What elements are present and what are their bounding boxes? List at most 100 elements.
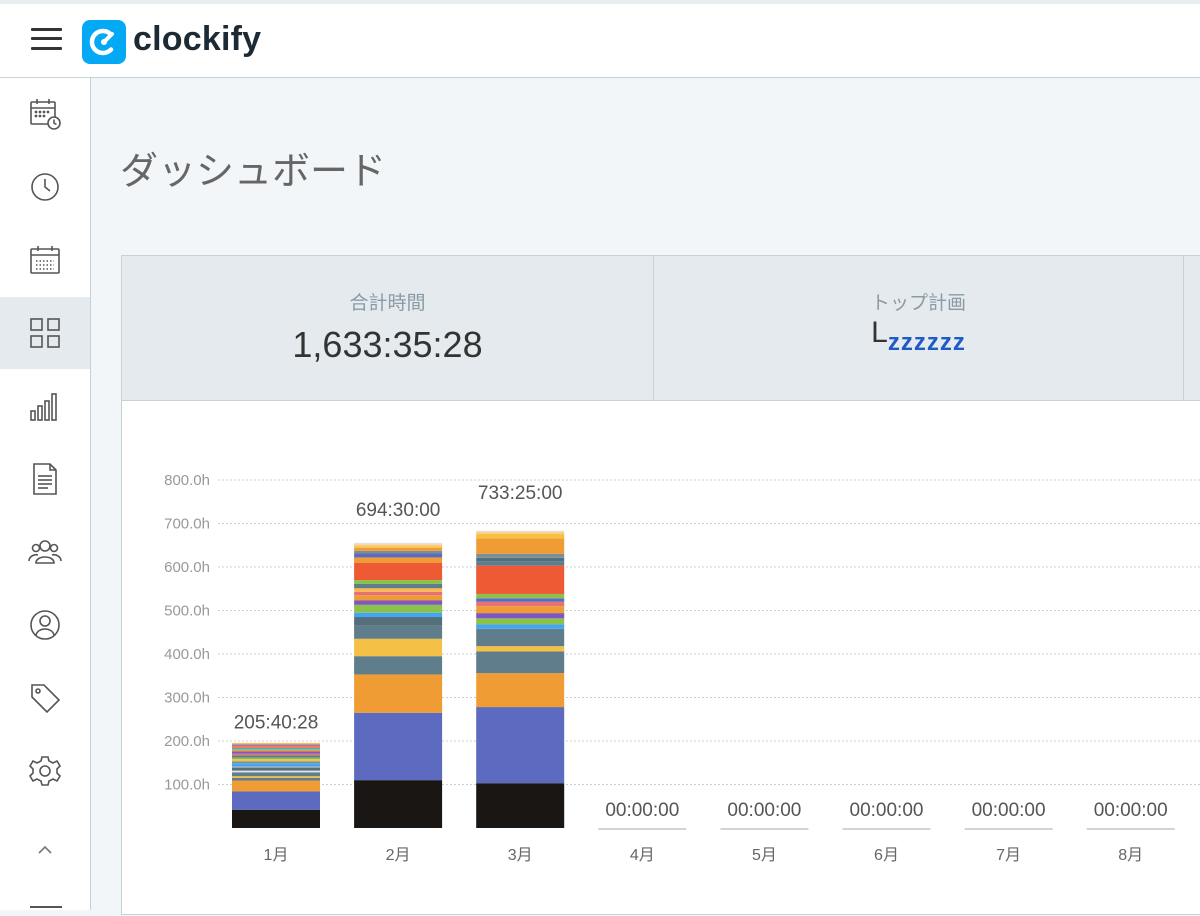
bar-segment bbox=[476, 673, 565, 708]
bar-segment bbox=[354, 557, 443, 563]
bar-segment bbox=[232, 809, 320, 828]
bar-segment bbox=[354, 591, 443, 596]
top-bar: clockify bbox=[0, 0, 1200, 78]
bar-segment bbox=[232, 757, 320, 760]
bar-segment bbox=[354, 553, 443, 558]
sidebar-item-calendar[interactable] bbox=[0, 224, 90, 296]
bar-segment bbox=[476, 531, 565, 534]
y-tick-label: 800.0h bbox=[164, 472, 210, 489]
bar-segment bbox=[232, 767, 320, 771]
bar-segment bbox=[232, 747, 320, 750]
bar-segment bbox=[232, 753, 320, 756]
bar-segment bbox=[354, 625, 443, 639]
clock-icon bbox=[31, 173, 59, 201]
bar-segment bbox=[354, 712, 443, 781]
bar-segment bbox=[232, 755, 320, 758]
bar-total-label: 00:00:00 bbox=[1094, 800, 1168, 821]
bar-segment bbox=[476, 593, 565, 599]
bar-total-label: 00:00:00 bbox=[972, 800, 1046, 821]
sidebar-item-time-tracker[interactable] bbox=[0, 151, 90, 223]
bar-segment bbox=[476, 606, 565, 614]
bar-segment bbox=[232, 763, 320, 767]
sidebar-item-settings[interactable] bbox=[0, 735, 90, 807]
bar-segment bbox=[476, 624, 565, 629]
bar-segment bbox=[354, 638, 443, 657]
sidebar bbox=[0, 78, 91, 910]
y-tick-label: 500.0h bbox=[164, 603, 210, 620]
bar-segment bbox=[354, 612, 443, 618]
x-tick-label: 4月 bbox=[630, 847, 655, 864]
x-tick-label: 8月 bbox=[1118, 847, 1143, 864]
sidebar-item-dashboard[interactable] bbox=[0, 297, 90, 369]
bar-segment bbox=[232, 780, 320, 792]
bar-segment bbox=[476, 613, 565, 619]
clockify-logo-icon[interactable] bbox=[82, 20, 126, 64]
bar-segment bbox=[476, 538, 565, 554]
y-tick-label: 400.0h bbox=[164, 646, 210, 663]
bar-segment bbox=[354, 550, 443, 554]
y-tick-label: 100.0h bbox=[164, 777, 210, 794]
bar-segment bbox=[354, 600, 443, 605]
sidebar-more-icon[interactable] bbox=[30, 906, 62, 912]
page-title: ダッシュボード bbox=[120, 151, 387, 193]
sidebar-item-timesheet[interactable] bbox=[0, 78, 90, 150]
sidebar-item-team[interactable] bbox=[0, 516, 90, 588]
bar-segment bbox=[232, 761, 320, 764]
projects-icon bbox=[33, 463, 57, 495]
bar-segment bbox=[232, 776, 320, 778]
bar-segment bbox=[476, 533, 565, 539]
x-tick-label: 3月 bbox=[508, 847, 533, 864]
sidebar-collapse-button[interactable] bbox=[0, 814, 90, 886]
menu-icon[interactable] bbox=[31, 27, 62, 51]
bar-segment bbox=[232, 791, 320, 810]
timesheet-icon bbox=[30, 99, 61, 130]
x-tick-label: 6月 bbox=[874, 847, 899, 864]
bar-segment bbox=[354, 595, 443, 601]
settings-icon bbox=[28, 756, 62, 786]
app-name[interactable]: clockify bbox=[133, 20, 261, 59]
bar-segment bbox=[232, 772, 320, 777]
bar-segment bbox=[476, 557, 565, 562]
bar-segment bbox=[232, 751, 320, 754]
sidebar-item-reports[interactable] bbox=[0, 370, 90, 442]
x-tick-label: 7月 bbox=[996, 847, 1021, 864]
bar-segment bbox=[354, 544, 443, 547]
bar-segment bbox=[354, 674, 443, 713]
dashboard-card: 合計時間 1,633:35:28 トップ計画 Lzzzzzz 100.0h 200… bbox=[121, 255, 1200, 915]
bar-segment bbox=[232, 742, 320, 745]
bar-segment bbox=[476, 553, 565, 558]
bar-segment bbox=[476, 646, 565, 652]
y-tick-label: 700.0h bbox=[164, 516, 210, 533]
tag-icon bbox=[31, 684, 61, 714]
top-bar-edge bbox=[0, 0, 1200, 4]
bar-segment bbox=[232, 744, 320, 747]
bar-segment bbox=[354, 656, 443, 675]
bar-segment bbox=[232, 749, 320, 752]
bar-segment bbox=[354, 588, 443, 592]
x-tick-label: 5月 bbox=[752, 847, 777, 864]
bar-segment bbox=[476, 561, 565, 566]
y-tick-label: 200.0h bbox=[164, 733, 210, 750]
bar-segment bbox=[354, 580, 443, 584]
sidebar-item-tags[interactable] bbox=[0, 662, 90, 734]
x-tick-label: 1月 bbox=[264, 847, 289, 864]
reports-icon bbox=[30, 393, 57, 421]
bar-segment bbox=[476, 783, 565, 828]
bar-total-label: 00:00:00 bbox=[850, 800, 924, 821]
y-tick-label: 600.0h bbox=[164, 559, 210, 576]
bar-segment bbox=[232, 770, 320, 773]
bar-segment bbox=[354, 542, 443, 545]
sidebar-item-clients[interactable] bbox=[0, 589, 90, 661]
dashboard-icon bbox=[30, 318, 60, 348]
bar-segment bbox=[476, 530, 565, 532]
bar-segment bbox=[232, 766, 320, 768]
bar-segment bbox=[476, 601, 565, 607]
bar-total-label: 205:40:28 bbox=[234, 713, 319, 734]
chevron-up-icon bbox=[38, 845, 52, 854]
sidebar-item-projects[interactable] bbox=[0, 443, 90, 515]
monthly-bar-chart: 100.0h 200.0h 300.0h 400.0h 500.0h 600.0h 700.… bbox=[164, 472, 1200, 864]
bar-segment bbox=[354, 617, 443, 626]
bar-segment bbox=[354, 546, 443, 548]
bar-total-label: 733:25:00 bbox=[478, 483, 563, 504]
bar-segment bbox=[232, 759, 320, 762]
